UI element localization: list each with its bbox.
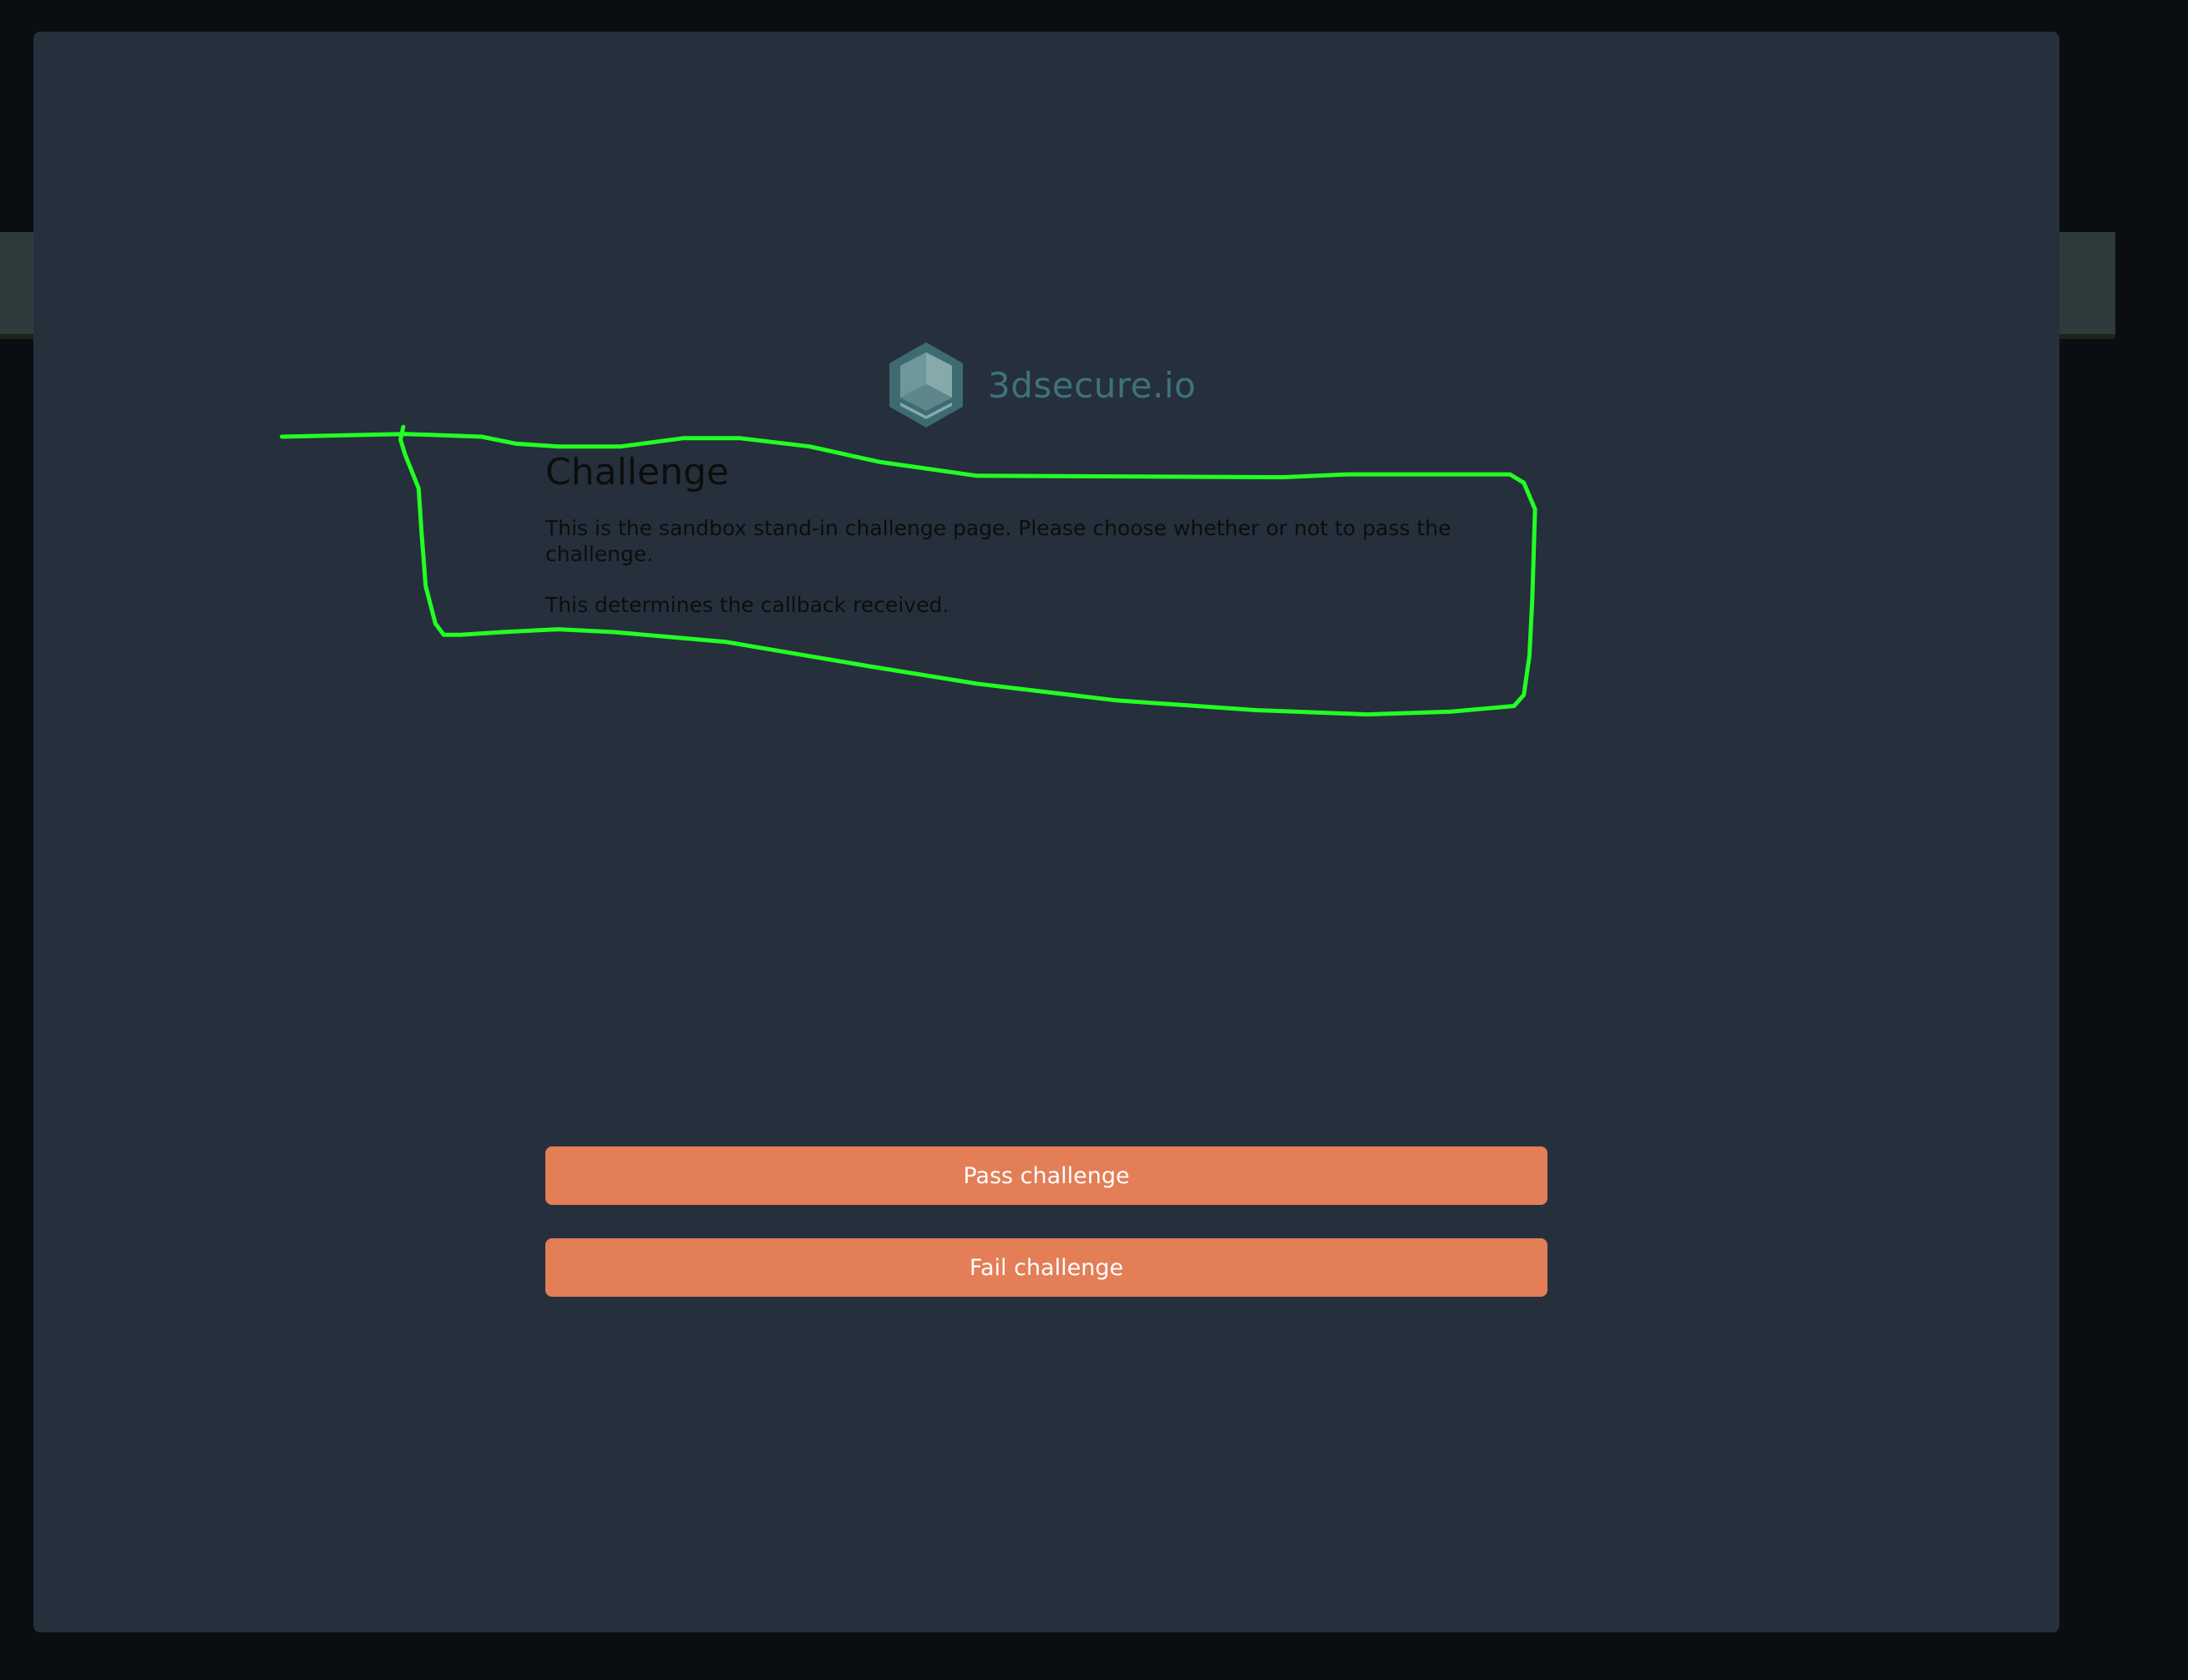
challenge-content: Challenge This is the sandbox stand-in c…	[545, 451, 1547, 643]
hexagon-cube-logo-icon	[889, 342, 963, 428]
brand-name: 3dsecure.io	[988, 364, 1197, 406]
challenge-modal	[33, 32, 2059, 1632]
pass-challenge-button[interactable]: Pass challenge	[545, 1146, 1547, 1205]
fail-challenge-button[interactable]: Fail challenge	[545, 1238, 1547, 1297]
callback-note: This determines the callback received.	[545, 593, 950, 617]
page-title: Challenge	[545, 451, 729, 493]
challenge-description: This is the sandbox stand-in challenge p…	[545, 516, 1451, 566]
brand-logo: 3dsecure.io	[889, 342, 1196, 428]
